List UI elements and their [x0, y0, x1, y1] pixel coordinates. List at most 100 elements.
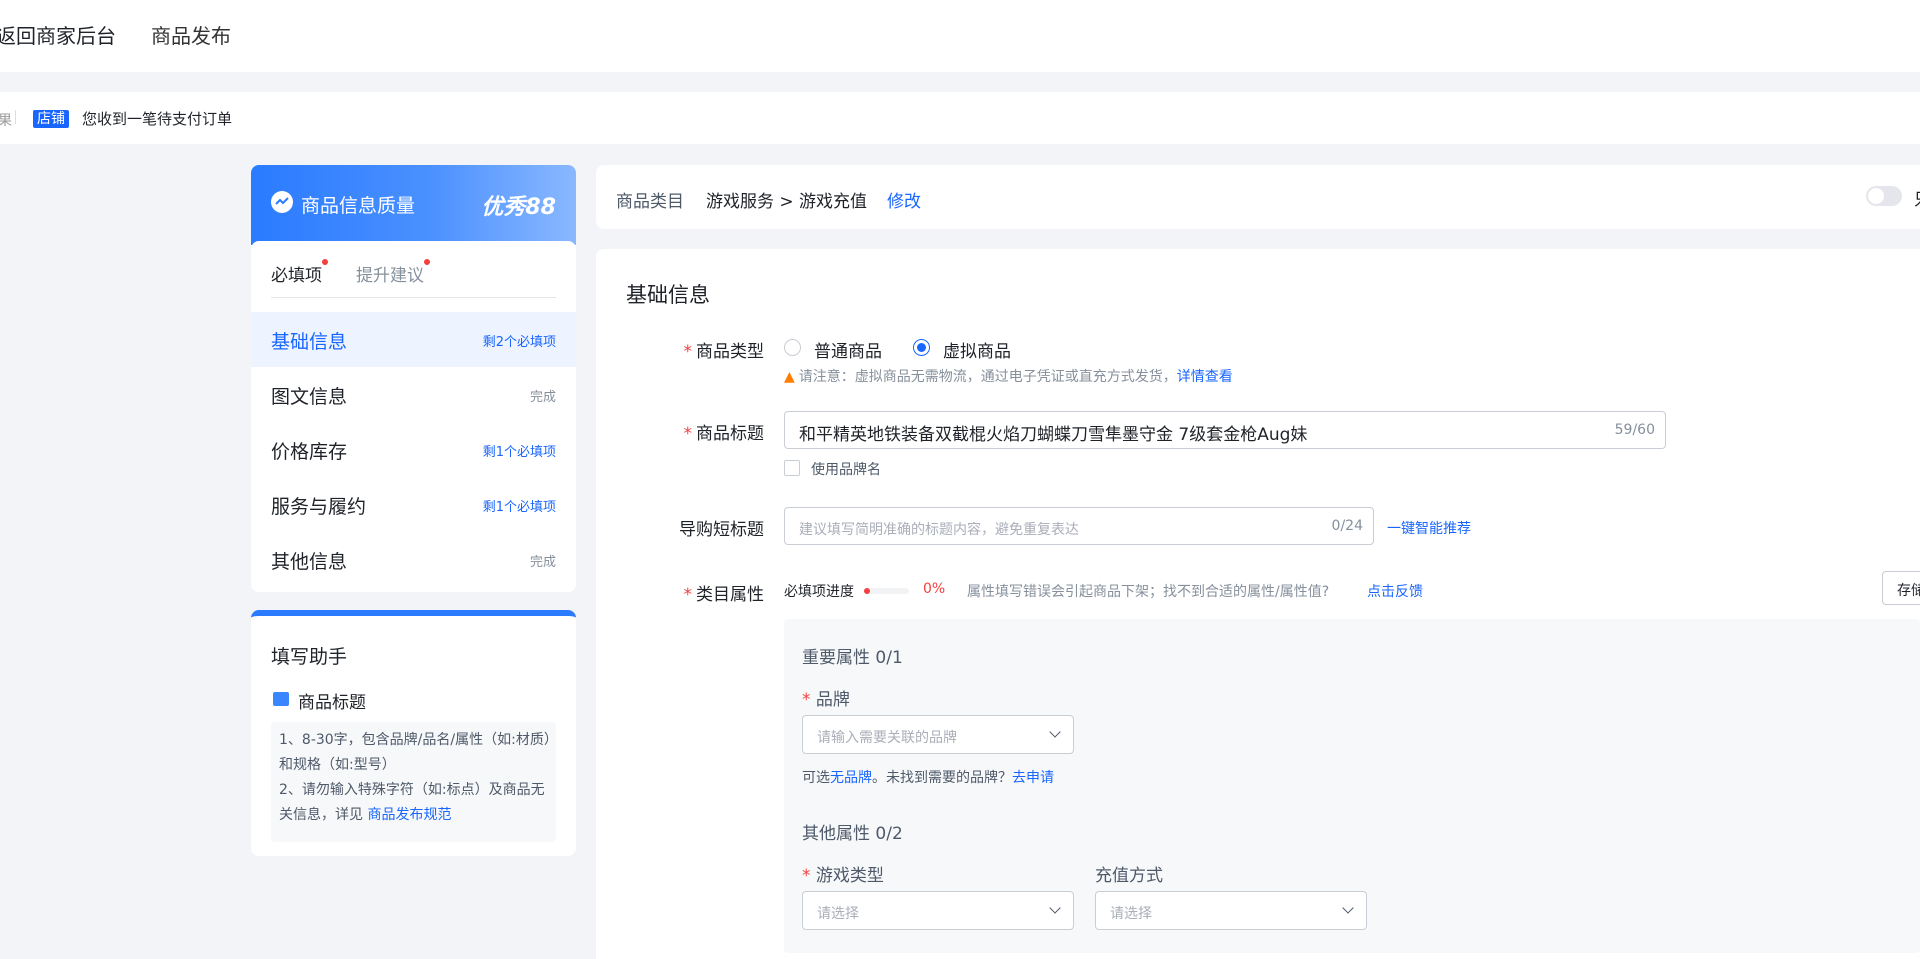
radio-normal-label[interactable]: 普通商品: [814, 337, 882, 362]
view-toggle[interactable]: [1866, 186, 1902, 206]
section-title: 基础信息: [626, 283, 710, 307]
tab-required-label: 必填项: [271, 266, 322, 286]
required-progress-bar: [864, 588, 909, 594]
other-attrs-title: 其他属性 0/2: [802, 824, 903, 844]
use-brand-label[interactable]: 使用品牌名: [811, 459, 881, 479]
apply-brand-link[interactable]: 去申请: [1012, 770, 1054, 786]
short-title-placeholder: 建议填写简明准确的标题内容，避免重复表达: [799, 522, 1079, 538]
chevron-down-icon: [1049, 726, 1061, 738]
quality-item-other[interactable]: 其他信息 完成: [251, 532, 576, 587]
virtual-warning-text: 请注意：虚拟商品无需物流，通过电子凭证或直充方式发货，: [798, 369, 1177, 385]
notice-message[interactable]: 您收到一笔待支付订单: [82, 108, 232, 129]
quality-item-status: 剩1个必填项: [482, 445, 556, 460]
quality-item-status: 完成: [529, 390, 556, 405]
quality-item-label: 价格库存: [271, 441, 348, 463]
product-type-label: * 商品类型: [683, 342, 765, 362]
helper-tip-1: 1、8-30字，包含品牌/品名/属性（如:材质）和规格（如:型号）: [279, 732, 551, 773]
game-type-label-text: 游戏类型: [815, 866, 884, 886]
virtual-warning: ▲ 请注意：虚拟商品无需物流，通过电子凭证或直充方式发货，详情查看: [784, 366, 1233, 386]
notice-truncated-text: 果: [0, 113, 12, 129]
red-dot-icon: [322, 259, 328, 265]
back-to-merchant-link[interactable]: 返回商家后台: [0, 20, 116, 49]
product-type-label-text: 商品类型: [696, 342, 764, 362]
short-title-input[interactable]: 建议填写简明准确的标题内容，避免重复表达 0/24: [784, 507, 1374, 545]
game-type-placeholder: 请选择: [817, 906, 859, 922]
category-value: 游戏服务 > 游戏充值: [706, 192, 868, 212]
toggle-label: 只: [1914, 185, 1920, 210]
use-brand-checkbox[interactable]: [784, 460, 800, 476]
quality-item-status: 剩2个必填项: [482, 335, 556, 350]
quality-item-price[interactable]: 价格库存 剩1个必填项: [251, 422, 576, 477]
attributes-panel: 重要属性 0/1 * 品牌 请输入需要关联的品牌 可选无品牌。未找到需要的品牌？…: [784, 619, 1920, 953]
chevron-down-icon: [1049, 902, 1061, 914]
brand-hint-pre: 可选: [802, 770, 830, 786]
short-title-label-text: 导购短标题: [679, 520, 764, 540]
radio-virtual-product[interactable]: [913, 339, 930, 356]
category-label: 商品类目: [616, 192, 684, 212]
quality-item-label: 其他信息: [271, 551, 348, 573]
helper-tip-box: 1、8-30字，包含品牌/品名/属性（如:材质）和规格（如:型号） 2、请勿输入…: [271, 722, 556, 842]
no-brand-link[interactable]: 无品牌: [830, 770, 872, 786]
helper-title: 填写助手: [271, 646, 348, 668]
product-title-input[interactable]: 和平精英地铁装备双截棍火焰刀蝴蝶刀雪隼墨守金 7级套金枪Aug妹 59/60: [784, 411, 1666, 449]
radio-normal-product[interactable]: [784, 339, 801, 356]
shop-badge: 店铺: [33, 110, 69, 128]
quality-panel: 商品信息质量 优秀88 必填项 提升建议 基础信息 剩2个必填项 图文信息 完成…: [251, 165, 576, 592]
recharge-placeholder: 请选择: [1110, 906, 1152, 922]
helper-panel: 填写助手 商品标题 1、8-30字，包含品牌/品名/属性（如:材质）和规格（如:…: [251, 610, 576, 856]
red-dot-icon: [424, 259, 430, 265]
publish-rules-link[interactable]: 商品发布规范: [367, 807, 451, 823]
quality-item-media[interactable]: 图文信息 完成: [251, 367, 576, 422]
progress-label: 必填项进度: [784, 584, 854, 600]
recharge-method-select[interactable]: 请选择: [1095, 891, 1367, 930]
brand-select[interactable]: 请输入需要关联的品牌: [802, 715, 1074, 754]
quality-item-status: 剩1个必填项: [482, 500, 556, 515]
tab-suggestions[interactable]: 提升建议: [356, 259, 430, 286]
recharge-method-label: 充值方式: [1095, 866, 1163, 886]
trend-icon: [271, 191, 293, 213]
toggle-knob: [1868, 188, 1884, 204]
brand-placeholder: 请输入需要关联的品牌: [817, 730, 957, 746]
feedback-link[interactable]: 点击反馈: [1367, 581, 1423, 601]
book-icon: [273, 692, 289, 706]
brand-label: * 品牌: [802, 690, 850, 710]
product-title-label-text: 商品标题: [696, 424, 764, 444]
edit-category-link[interactable]: 修改: [887, 187, 921, 212]
quality-item-status: 完成: [529, 555, 556, 570]
tab-required[interactable]: 必填项: [271, 259, 328, 286]
brand-label-text: 品牌: [815, 690, 850, 710]
breadcrumb-current: 商品发布: [151, 24, 231, 48]
quality-title: 商品信息质量: [301, 195, 416, 217]
game-type-label: * 游戏类型: [802, 866, 884, 886]
short-title-counter: 0/24: [1331, 518, 1363, 534]
category-attrs-label-text: 类目属性: [696, 585, 764, 605]
important-attrs-title: 重要属性 0/1: [802, 648, 903, 668]
quality-item-service[interactable]: 服务与履约 剩1个必填项: [251, 477, 576, 532]
category-bar: 商品类目 游戏服务 > 游戏充值 修改 只: [596, 165, 1920, 229]
smart-recommend-link[interactable]: 一键智能推荐: [1387, 518, 1471, 538]
tabs-divider: [271, 297, 556, 298]
attrs-hint: 属性填写错误会引起商品下架；找不到合适的属性/属性值?: [967, 584, 1330, 600]
brand-hint: 可选无品牌。未找到需要的品牌？去申请: [802, 767, 1054, 787]
quality-item-label: 服务与履约: [271, 496, 367, 518]
notice-divider: [15, 110, 16, 124]
save-attrs-button[interactable]: 存储: [1882, 571, 1920, 605]
basic-info-form: 基础信息 * 商品类型 普通商品 虚拟商品 ▲ 请注意：虚拟商品无需物流，通过电子凭…: [596, 249, 1920, 959]
product-title-value: 和平精英地铁装备双截棍火焰刀蝴蝶刀雪隼墨守金 7级套金枪Aug妹: [799, 425, 1308, 445]
progress-value: 0%: [923, 581, 946, 597]
short-title-label: 导购短标题: [644, 515, 764, 540]
chevron-down-icon: [1342, 902, 1354, 914]
game-type-select[interactable]: 请选择: [802, 891, 1074, 930]
quality-item-basic[interactable]: 基础信息 剩2个必填项: [251, 312, 576, 367]
top-bar: 返回商家后台 商品发布: [0, 0, 1920, 72]
progress-fill: [864, 588, 870, 594]
quality-item-label: 图文信息: [271, 386, 348, 408]
details-link[interactable]: 详情查看: [1177, 369, 1233, 385]
helper-tip-2: 2、请勿输入特殊字符（如:标点）及商品无关信息，详见 商品发布规范: [279, 778, 554, 828]
quality-score: 优秀88: [481, 195, 556, 220]
radio-virtual-label[interactable]: 虚拟商品: [943, 337, 1011, 362]
quality-header: 商品信息质量 优秀88: [251, 165, 576, 245]
title-counter: 59/60: [1614, 422, 1655, 438]
helper-subtitle: 商品标题: [298, 693, 366, 713]
warning-icon: ▲: [784, 369, 795, 385]
